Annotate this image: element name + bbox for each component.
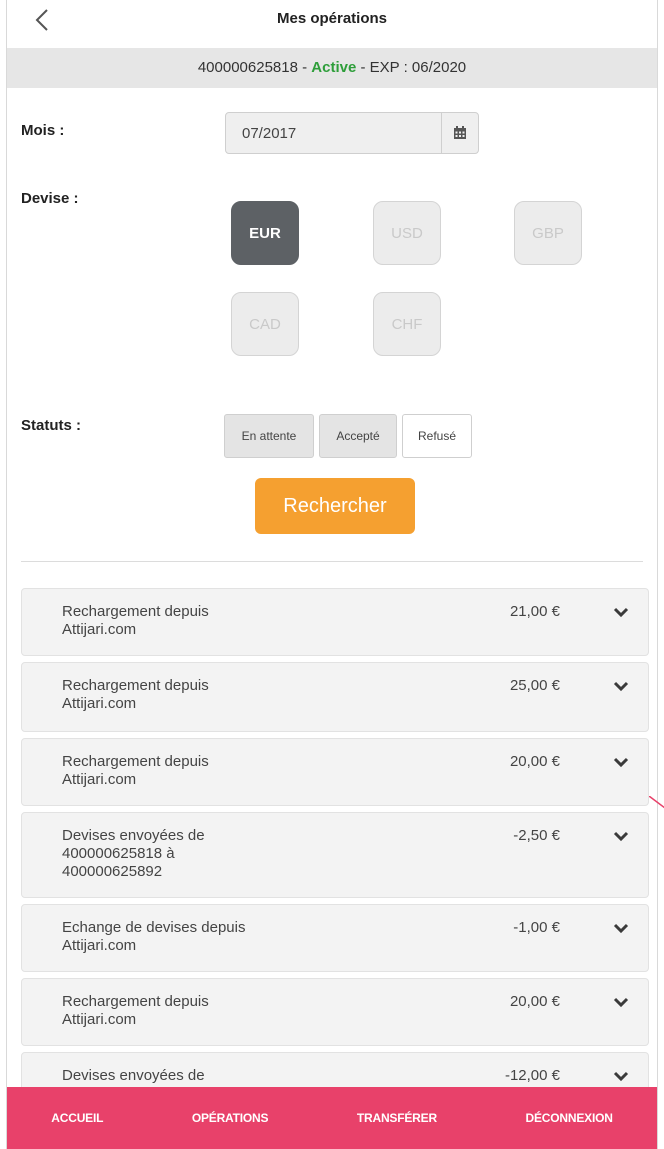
header: Mes opérations	[7, 0, 657, 40]
card-number: 400000625818	[197, 59, 298, 76]
operation-item[interactable]: Echange de devises depuis Attijari.com -…	[21, 904, 649, 972]
currency-cad-button[interactable]: CAD	[231, 292, 299, 356]
separator: -	[356, 59, 370, 76]
chevron-down-icon	[613, 681, 629, 692]
month-picker	[225, 112, 479, 154]
chevron-down-icon	[613, 1071, 629, 1082]
nav-logout[interactable]: DÉCONNEXION	[526, 1111, 613, 1125]
operation-description: Rechargement depuis Attijari.com	[62, 753, 209, 788]
nav-operations[interactable]: OPÉRATIONS	[192, 1111, 269, 1125]
operation-amount: -2,50 €	[513, 827, 560, 844]
operation-description: Rechargement depuis Attijari.com	[62, 603, 209, 638]
operation-description: Rechargement depuis Attijari.com	[62, 993, 209, 1028]
operation-item[interactable]: Rechargement depuis Attijari.com 20,00 €	[21, 738, 649, 806]
operation-description: Devises envoyées de	[62, 1067, 205, 1084]
status-label: Statuts :	[21, 417, 81, 434]
operation-amount: -12,00 €	[504, 1067, 560, 1084]
month-label: Mois :	[21, 122, 65, 139]
chevron-down-icon	[613, 757, 629, 768]
chevron-down-icon	[613, 997, 629, 1008]
search-button[interactable]: Rechercher	[255, 478, 415, 534]
bottom-nav: ACCUEIL OPÉRATIONS TRANSFÉRER DÉCONNEXIO…	[7, 1087, 657, 1149]
operation-item[interactable]: Rechargement depuis Attijari.com 20,00 €	[21, 978, 649, 1046]
calendar-icon	[454, 126, 466, 139]
chevron-down-icon	[613, 607, 629, 618]
currency-label: Devise :	[21, 190, 79, 207]
currency-chf-button[interactable]: CHF	[373, 292, 441, 356]
status-pending-button[interactable]: En attente	[224, 414, 314, 458]
operation-description: Rechargement depuis Attijari.com	[62, 677, 209, 712]
operation-item[interactable]: Devises envoyées de 400000625818 à 40000…	[21, 812, 649, 898]
chevron-down-icon	[613, 923, 629, 934]
calendar-button[interactable]	[441, 113, 478, 153]
operation-item[interactable]: Rechargement depuis Attijari.com 21,00 €	[21, 588, 649, 656]
chevron-down-icon	[613, 831, 629, 842]
divider	[21, 561, 643, 562]
operation-amount: 20,00 €	[509, 753, 560, 770]
separator: -	[297, 59, 312, 76]
operation-amount: 21,00 €	[509, 603, 560, 620]
month-input[interactable]	[226, 113, 441, 153]
status-accepted-button[interactable]: Accepté	[319, 414, 397, 458]
annotation-mark-icon	[649, 796, 664, 809]
currency-eur-button[interactable]: EUR	[231, 201, 299, 265]
card-info-bar: 400000625818 - Active - EXP : 06/2020	[7, 48, 657, 88]
app-frame: Mes opérations 400000625818 - Active - E…	[6, 0, 658, 1149]
operation-description: Echange de devises depuis Attijari.com	[62, 919, 246, 954]
operation-amount: -1,00 €	[513, 919, 560, 936]
operations-list: Rechargement depuis Attijari.com 21,00 €…	[21, 588, 649, 1126]
page-title: Mes opérations	[276, 10, 388, 27]
card-status: Active	[311, 59, 357, 76]
status-refused-button[interactable]: Refusé	[402, 414, 472, 458]
currency-gbp-button[interactable]: GBP	[514, 201, 582, 265]
nav-transfer[interactable]: TRANSFÉRER	[357, 1111, 437, 1125]
nav-home[interactable]: ACCUEIL	[51, 1111, 103, 1125]
currency-usd-button[interactable]: USD	[373, 201, 441, 265]
operation-amount: 25,00 €	[509, 677, 560, 694]
operation-amount: 20,00 €	[509, 993, 560, 1010]
operation-item[interactable]: Rechargement depuis Attijari.com 25,00 €	[21, 662, 649, 732]
card-expiry: EXP : 06/2020	[369, 59, 467, 76]
operation-description: Devises envoyées de 400000625818 à 40000…	[62, 827, 205, 880]
